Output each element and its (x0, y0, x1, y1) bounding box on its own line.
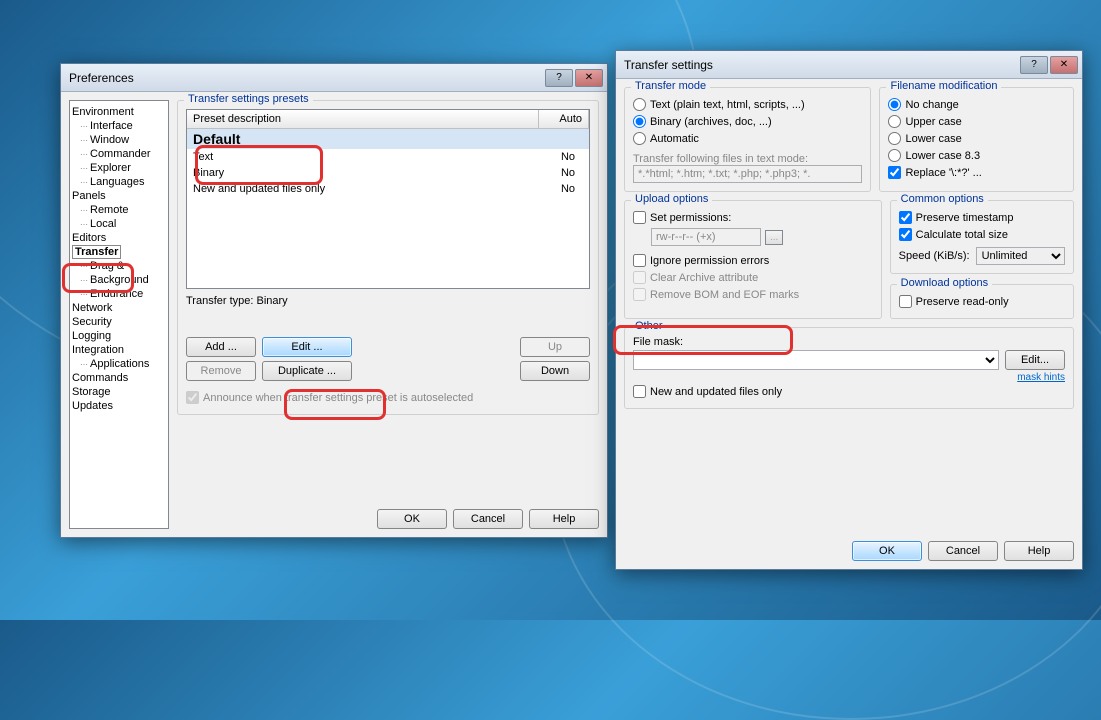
announce-label: Announce when transfer settings preset i… (203, 392, 473, 404)
filename-mod-group: Filename modification No change Upper ca… (879, 87, 1074, 192)
tree-integration[interactable]: Integration (70, 343, 168, 357)
preset-list[interactable]: Preset description Auto Default Text No … (186, 109, 590, 289)
preset-row[interactable]: New and updated files only No (187, 181, 589, 197)
mode-text-radio[interactable] (633, 98, 646, 111)
filename-lower-radio[interactable] (888, 132, 901, 145)
help-icon[interactable]: ? (545, 69, 573, 87)
mode-binary-radio[interactable] (633, 115, 646, 128)
preset-row[interactable]: Default (187, 129, 589, 149)
set-permissions-checkbox[interactable] (633, 211, 646, 224)
upload-options-group: Upload options Set permissions: ... Igno… (624, 200, 882, 319)
file-mask-field[interactable] (633, 350, 999, 370)
presets-group: Transfer settings presets Preset descrip… (177, 100, 599, 415)
down-button[interactable]: Down (520, 361, 590, 381)
transfer-settings-dialog: Transfer settings ? ✕ Transfer mode Text… (615, 50, 1083, 570)
mask-edit-button[interactable]: Edit... (1005, 350, 1065, 370)
filename-lower83-radio[interactable] (888, 149, 901, 162)
clear-archive-checkbox[interactable] (633, 271, 646, 284)
mode-auto-radio[interactable] (633, 132, 646, 145)
up-button[interactable]: Up (520, 337, 590, 357)
close-icon[interactable]: ✕ (575, 69, 603, 87)
preserve-timestamp-checkbox[interactable] (899, 211, 912, 224)
preset-row[interactable]: Binary No (187, 165, 589, 181)
ignore-permission-errors-checkbox[interactable] (633, 254, 646, 267)
category-tree[interactable]: Environment Interface Window Commander E… (69, 100, 169, 529)
presets-group-title: Transfer settings presets (184, 93, 313, 105)
titlebar[interactable]: Transfer settings ? ✕ (616, 51, 1082, 79)
other-group: Other File mask: Edit... mask hints New … (624, 327, 1074, 409)
tree-transfer[interactable]: Transfer (70, 245, 168, 259)
add-button[interactable]: Add ... (186, 337, 256, 357)
text-mode-pattern (633, 165, 862, 183)
help-button[interactable]: Help (1004, 541, 1074, 561)
replace-checkbox[interactable] (888, 166, 901, 179)
remove-bom-checkbox[interactable] (633, 288, 646, 301)
preserve-readonly-checkbox[interactable] (899, 295, 912, 308)
tree-commander[interactable]: Commander (70, 147, 168, 161)
tree-commands[interactable]: Commands (70, 371, 168, 385)
tree-dragdrop[interactable]: Drag & (70, 259, 168, 273)
tree-endurance[interactable]: Endurance (70, 287, 168, 301)
tree-remote[interactable]: Remote (70, 203, 168, 217)
common-options-group: Common options Preserve timestamp Calcul… (890, 200, 1074, 274)
tree-environment[interactable]: Environment (70, 105, 168, 119)
tree-editors[interactable]: Editors (70, 231, 168, 245)
permissions-browse-button[interactable]: ... (765, 230, 783, 245)
titlebar[interactable]: Preferences ? ✕ (61, 64, 607, 92)
tree-background[interactable]: Background (70, 273, 168, 287)
announce-checkbox[interactable] (186, 391, 199, 404)
preferences-dialog: Preferences ? ✕ Environment Interface Wi… (60, 63, 608, 538)
speed-select[interactable]: Unlimited (976, 247, 1065, 265)
preset-row[interactable]: Text No (187, 149, 589, 165)
tree-interface[interactable]: Interface (70, 119, 168, 133)
transfer-mode-group: Transfer mode Text (plain text, html, sc… (624, 87, 871, 192)
tree-explorer[interactable]: Explorer (70, 161, 168, 175)
mask-hints-link[interactable]: mask hints (633, 372, 1065, 383)
tree-languages[interactable]: Languages (70, 175, 168, 189)
col-auto[interactable]: Auto (539, 110, 589, 128)
ok-button[interactable]: OK (852, 541, 922, 561)
tree-storage[interactable]: Storage (70, 385, 168, 399)
close-icon[interactable]: ✕ (1050, 56, 1078, 74)
remove-button[interactable]: Remove (186, 361, 256, 381)
tree-updates[interactable]: Updates (70, 399, 168, 413)
tree-applications[interactable]: Applications (70, 357, 168, 371)
tree-window[interactable]: Window (70, 133, 168, 147)
cancel-button[interactable]: Cancel (928, 541, 998, 561)
edit-button[interactable]: Edit ... (262, 337, 352, 357)
calculate-size-checkbox[interactable] (899, 228, 912, 241)
tree-network[interactable]: Network (70, 301, 168, 315)
duplicate-button[interactable]: Duplicate ... (262, 361, 352, 381)
filename-nochange-radio[interactable] (888, 98, 901, 111)
title: Transfer settings (624, 58, 1020, 72)
help-button[interactable]: Help (529, 509, 599, 529)
transfer-type-label: Transfer type: Binary (186, 295, 590, 307)
download-options-group: Download options Preserve read-only (890, 284, 1074, 319)
col-description[interactable]: Preset description (187, 110, 539, 128)
tree-security[interactable]: Security (70, 315, 168, 329)
tree-panels[interactable]: Panels (70, 189, 168, 203)
cancel-button[interactable]: Cancel (453, 509, 523, 529)
new-updated-checkbox[interactable] (633, 385, 646, 398)
help-icon[interactable]: ? (1020, 56, 1048, 74)
ok-button[interactable]: OK (377, 509, 447, 529)
title: Preferences (69, 71, 545, 85)
tree-logging[interactable]: Logging (70, 329, 168, 343)
tree-local[interactable]: Local (70, 217, 168, 231)
filename-upper-radio[interactable] (888, 115, 901, 128)
permissions-field (651, 228, 761, 246)
